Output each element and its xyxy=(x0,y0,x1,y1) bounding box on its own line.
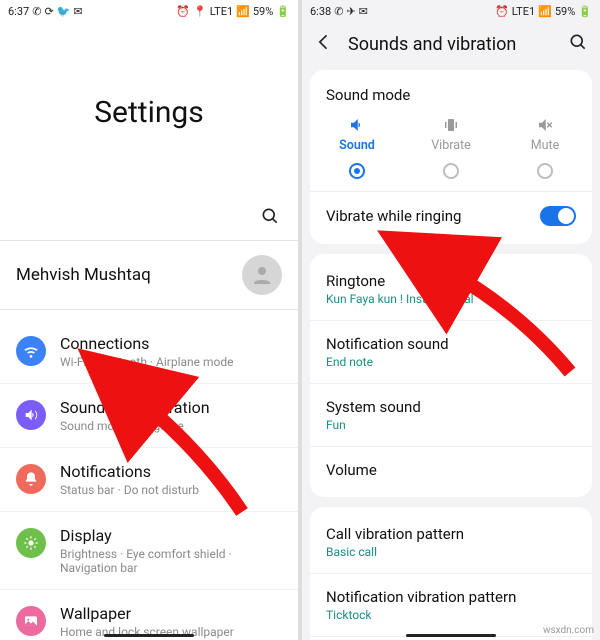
location-icon: 📍 xyxy=(193,5,207,18)
system-sound-row[interactable]: System sound Fun xyxy=(310,383,592,446)
sound-mode-label: Sound mode xyxy=(310,74,592,110)
page-title: Settings xyxy=(0,22,298,202)
back-button[interactable] xyxy=(314,32,334,56)
mute-icon xyxy=(536,116,554,134)
item-title: Wallpaper xyxy=(60,604,234,623)
home-indicator[interactable] xyxy=(406,634,496,637)
mode-label: Mute xyxy=(531,138,560,153)
display-item[interactable]: Display Brightness · Eye comfort shield … xyxy=(0,511,298,589)
sounds-vibration-item[interactable]: Sounds and vibration Sound mode · Ringto… xyxy=(0,383,298,447)
item-sub: Wi-Fi · Bluetooth · Airplane mode xyxy=(60,355,233,369)
home-indicator[interactable] xyxy=(104,634,194,637)
search-icon xyxy=(260,206,280,226)
status-bar: 6:38 ✆ ✈ ✉ ⏰ LTE1 📶 59% 🔋 xyxy=(302,0,600,22)
battery-icon: 🔋 xyxy=(276,5,290,18)
whatsapp-icon: ✆ xyxy=(334,5,343,18)
volte-icon: LTE1 xyxy=(210,5,233,18)
item-sub: Sound mode · Ringtone xyxy=(60,419,210,433)
row-title: Ringtone xyxy=(326,272,474,290)
connections-item[interactable]: Connections Wi-Fi · Bluetooth · Airplane… xyxy=(0,320,298,383)
notifications-item[interactable]: Notifications Status bar · Do not distur… xyxy=(0,447,298,511)
sound-mode-card: Sound mode Sound Vibrate Mute xyxy=(310,70,592,244)
wifi-icon xyxy=(16,336,46,366)
settings-list: Connections Wi-Fi · Bluetooth · Airplane… xyxy=(0,320,298,640)
signal-icon: 📶 xyxy=(538,5,552,18)
page-title: Sounds and vibration xyxy=(348,34,554,55)
account-row[interactable]: Mehvish Mushtaq xyxy=(0,240,298,310)
vibrate-icon xyxy=(442,116,460,134)
app-bar: Sounds and vibration xyxy=(302,22,600,70)
mode-label: Vibrate xyxy=(431,138,471,153)
vibrate-while-ringing-row[interactable]: Vibrate while ringing xyxy=(310,192,592,240)
signal-icon: 📶 xyxy=(236,5,250,18)
row-title: System sound xyxy=(326,398,421,416)
chevron-left-icon xyxy=(314,32,334,52)
search-icon xyxy=(568,32,588,52)
battery-icon: 🔋 xyxy=(578,5,592,18)
volume-icon xyxy=(16,400,46,430)
search-button[interactable] xyxy=(568,32,588,56)
row-sub: End note xyxy=(326,355,449,369)
row-title: Notification sound xyxy=(326,335,449,353)
sync-icon: ⟳ xyxy=(44,5,53,18)
row-sub: Kun Faya kun ! Instrumental xyxy=(326,292,474,306)
avatar xyxy=(242,255,282,295)
alarm-icon: ⏰ xyxy=(176,5,190,18)
status-time: 6:37 xyxy=(8,5,29,18)
item-sub: Status bar · Do not disturb xyxy=(60,483,199,497)
row-title: Call vibration pattern xyxy=(326,525,464,543)
mode-sound[interactable]: Sound xyxy=(310,116,403,153)
ringtone-row[interactable]: Ringtone Kun Faya kun ! Instrumental xyxy=(310,258,592,320)
item-title: Notifications xyxy=(60,462,199,481)
mode-mute[interactable]: Mute xyxy=(498,116,591,153)
search-button[interactable] xyxy=(0,202,298,240)
item-title: Connections xyxy=(60,334,233,353)
notification-sound-row[interactable]: Notification sound End note xyxy=(310,320,592,383)
image-icon xyxy=(16,606,46,636)
mode-vibrate[interactable]: Vibrate xyxy=(404,116,497,153)
row-sub: Fun xyxy=(326,418,421,432)
sounds-vibration-screen: 6:38 ✆ ✈ ✉ ⏰ LTE1 📶 59% 🔋 Sounds and vib… xyxy=(302,0,600,640)
sun-icon xyxy=(16,528,46,558)
sounds-card: Ringtone Kun Faya kun ! Instrumental Not… xyxy=(310,254,592,497)
message-icon: ✉ xyxy=(359,5,368,18)
twitter-icon: 🐦 xyxy=(57,5,71,18)
volume-row[interactable]: Volume xyxy=(310,446,592,493)
settings-screen: 6:37 ✆ ⟳ 🐦 ✉ ⏰ 📍 LTE1 📶 59% 🔋 Settings M… xyxy=(0,0,298,640)
status-time: 6:38 xyxy=(310,5,331,18)
telegram-icon: ✈ xyxy=(346,5,355,18)
item-title: Sounds and vibration xyxy=(60,398,210,417)
message-icon: ✉ xyxy=(73,5,82,18)
volte-icon: LTE1 xyxy=(512,5,535,18)
mode-label: Sound xyxy=(339,138,375,153)
row-sub: Basic call xyxy=(326,545,464,559)
wallpaper-item[interactable]: Wallpaper Home and lock screen wallpaper xyxy=(0,589,298,640)
account-name: Mehvish Mushtaq xyxy=(16,265,151,285)
row-title: Notification vibration pattern xyxy=(326,588,516,606)
vibrate-ringing-toggle[interactable] xyxy=(540,206,576,226)
radio-mute[interactable] xyxy=(537,163,553,179)
row-title: Vibrate while ringing xyxy=(326,207,461,225)
bell-icon xyxy=(16,464,46,494)
status-bar: 6:37 ✆ ⟳ 🐦 ✉ ⏰ 📍 LTE1 📶 59% 🔋 xyxy=(0,0,298,22)
item-title: Display xyxy=(60,526,282,545)
radio-vibrate[interactable] xyxy=(443,163,459,179)
alarm-icon: ⏰ xyxy=(495,5,509,18)
whatsapp-icon: ✆ xyxy=(32,5,41,18)
call-vibration-row[interactable]: Call vibration pattern Basic call xyxy=(310,511,592,573)
sound-icon xyxy=(348,116,366,134)
item-sub: Brightness · Eye comfort shield · Naviga… xyxy=(60,547,282,575)
radio-sound[interactable] xyxy=(349,163,365,179)
row-sub: Ticktock xyxy=(326,608,516,622)
vibration-card: Call vibration pattern Basic call Notifi… xyxy=(310,507,592,640)
battery-text: 59% xyxy=(555,5,575,18)
battery-text: 59% xyxy=(253,5,273,18)
row-title: Volume xyxy=(326,461,377,479)
watermark: wsxdn.com xyxy=(543,625,594,636)
